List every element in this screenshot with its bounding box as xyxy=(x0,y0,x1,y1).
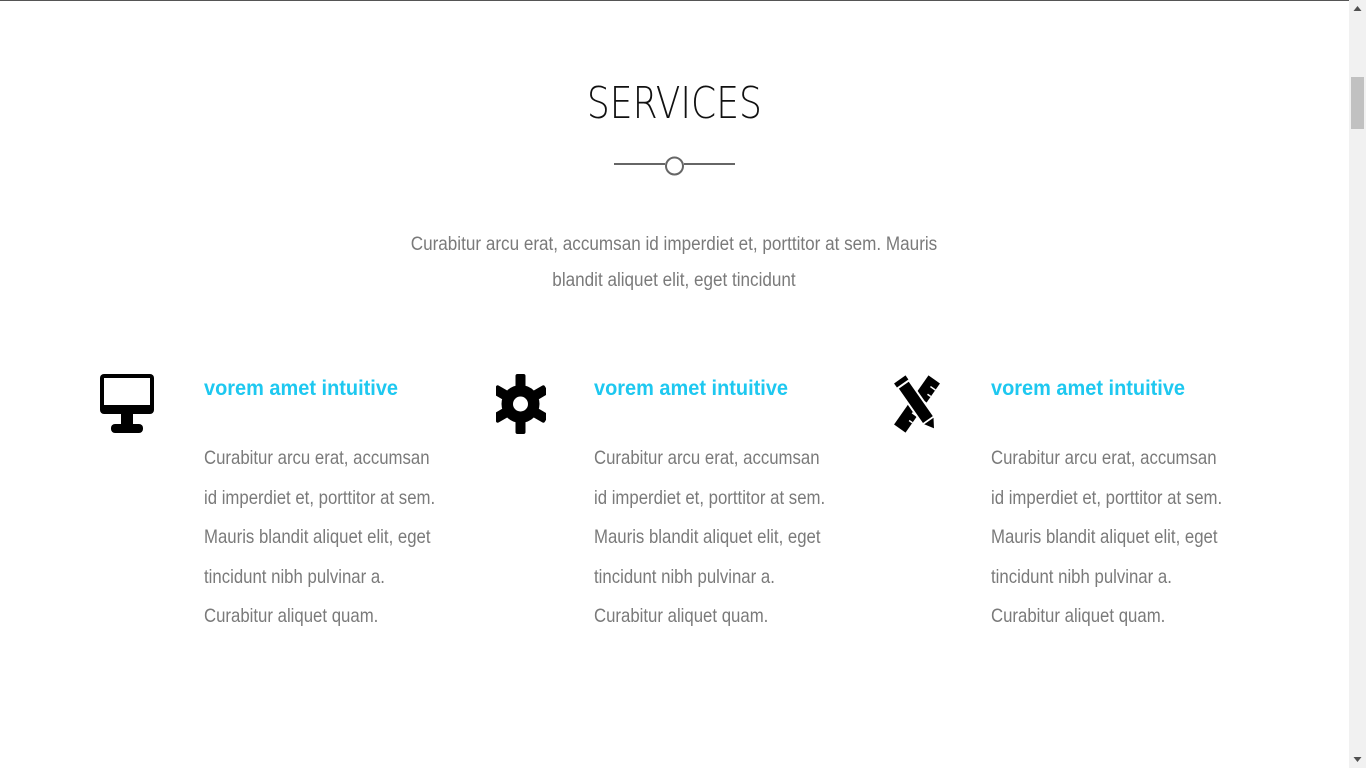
services-section: SERVICES Curabitur arcu erat, accumsan i… xyxy=(0,0,1349,768)
desktop-icon xyxy=(100,374,154,433)
gear-icon xyxy=(496,374,546,434)
service-text: Curabitur arcu erat, accumsan id imperdi… xyxy=(204,447,436,628)
scrollbar-thumb[interactable] xyxy=(1351,77,1364,129)
service-title: vorem amet intuitive xyxy=(594,377,789,400)
service-title: vorem amet intuitive xyxy=(204,377,399,400)
scroll-down-arrow-icon[interactable] xyxy=(1349,751,1366,768)
service-text: Curabitur arcu erat, accumsan id imperdi… xyxy=(991,447,1223,628)
service-title: vorem amet intuitive xyxy=(991,377,1186,400)
section-intro: Curabitur arcu erat, accumsan id imperdi… xyxy=(410,234,938,291)
vertical-scrollbar[interactable] xyxy=(1349,0,1366,768)
service-text: Curabitur arcu erat, accumsan id imperdi… xyxy=(594,447,826,628)
section-title: SERVICES xyxy=(586,78,762,129)
pencil-ruler-icon xyxy=(894,375,940,433)
scroll-up-arrow-icon[interactable] xyxy=(1349,0,1366,17)
title-divider xyxy=(614,156,735,176)
page: SERVICES Curabitur arcu erat, accumsan i… xyxy=(0,0,1366,768)
